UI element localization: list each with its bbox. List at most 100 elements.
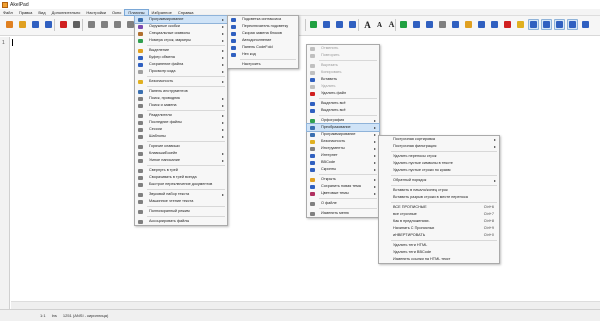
menu-item[interactable]: Изменить меню xyxy=(307,210,379,217)
replace-icon[interactable] xyxy=(334,19,345,30)
menu-item[interactable]: все строчные Ctrl+7 xyxy=(379,211,499,218)
case-icon[interactable] xyxy=(489,19,500,30)
menu-item[interactable]: Настроить xyxy=(228,61,298,68)
menu-item[interactable]: Орфография ▸ xyxy=(307,117,379,124)
horizontal-scrollbar[interactable] xyxy=(11,301,600,309)
menu-item[interactable]: Открыть ▸ xyxy=(307,176,379,183)
menu-item[interactable]: Построчная фильтрация ▸ xyxy=(379,143,499,150)
menubar-item-2[interactable]: Вид xyxy=(35,9,48,16)
menu-item[interactable]: Быстрое переключение документов xyxy=(135,181,227,188)
cut-icon[interactable] xyxy=(86,19,97,30)
menu-item[interactable]: Программирование ▸ xyxy=(307,131,379,138)
sort-icon[interactable] xyxy=(476,19,487,30)
wrap-icon[interactable] xyxy=(437,19,448,30)
menu-item[interactable]: Выделение ▸ xyxy=(135,47,227,54)
menu-item[interactable]: Обратный порядок ▸ xyxy=(379,177,499,184)
panel-icon[interactable] xyxy=(567,19,578,30)
menu-item[interactable]: Полноэкранный режим xyxy=(135,208,227,215)
menu-item[interactable]: Построчная сортировка ▸ xyxy=(379,136,499,143)
menu-item[interactable]: Последние файлы ▸ xyxy=(135,119,227,126)
menubar-item-3[interactable]: Дополнительно xyxy=(49,9,84,16)
menu-item[interactable]: О файле xyxy=(307,200,379,207)
menu-item[interactable]: Инструменты ▸ xyxy=(307,145,379,152)
menu-item[interactable]: Удалить теги HTML xyxy=(379,242,499,249)
menu-item[interactable]: Сворачивать в трей всегда xyxy=(135,174,227,181)
menu-item[interactable]: Поиск и замена ▸ xyxy=(135,102,227,109)
save-all-icon[interactable] xyxy=(43,19,54,30)
menu-item[interactable]: Безопасность ▸ xyxy=(135,78,227,85)
menu-item[interactable]: Программирование ▸ xyxy=(134,15,228,24)
code-icon[interactable] xyxy=(528,19,539,30)
menu-item[interactable]: Просмотр кода ▸ xyxy=(135,68,227,75)
menu-item[interactable]: Отменить xyxy=(307,45,379,52)
new-file-icon[interactable] xyxy=(4,19,15,30)
menu-item[interactable]: Панель инструментов xyxy=(135,88,227,95)
menu-item[interactable]: Номера строк, маркеры ▸ xyxy=(135,37,227,44)
font-decrease-icon[interactable]: A xyxy=(374,19,385,30)
menu-item[interactable]: Удалить теги BBCode xyxy=(379,249,499,256)
menu-item[interactable]: Преобразование ▸ xyxy=(306,123,380,132)
menu-item[interactable]: Выделить всё xyxy=(307,107,379,114)
menu-item[interactable]: Копировать xyxy=(307,69,379,76)
menu-item[interactable]: Выделить всё xyxy=(307,100,379,107)
menubar-item-4[interactable]: Настройки xyxy=(83,9,109,16)
menu-item[interactable]: Интернет ▸ xyxy=(307,152,379,159)
menu-item[interactable]: Свернуть в трей xyxy=(135,167,227,174)
menu-item[interactable]: Звуковой набор текста ▸ xyxy=(135,191,227,198)
lock-icon[interactable] xyxy=(515,19,526,30)
menu-item[interactable]: Удалить пустые строки по краям xyxy=(379,167,499,174)
paste-icon[interactable] xyxy=(112,19,123,30)
goto-icon[interactable] xyxy=(347,19,358,30)
copy-icon[interactable] xyxy=(99,19,110,30)
menu-item[interactable]: Как в предложениях. Ctrl+8 xyxy=(379,218,499,225)
columns-icon[interactable] xyxy=(424,19,435,30)
menu-item[interactable]: иНВЕРТИРОВАТЬ Ctrl+0 xyxy=(379,232,499,239)
menu-item[interactable]: Начинать С Прописных Ctrl+9 xyxy=(379,225,499,232)
menu-item[interactable]: Шаблоны ▸ xyxy=(135,133,227,140)
menubar-item-0[interactable]: Файл xyxy=(0,9,16,16)
color-icon[interactable] xyxy=(450,19,461,30)
menu-item[interactable]: Ассоциировать файлы xyxy=(135,218,227,225)
settings-icon[interactable] xyxy=(580,19,591,30)
menu-item[interactable]: Сохранение файла ▸ xyxy=(135,61,227,68)
list-icon[interactable] xyxy=(398,19,409,30)
find-icon[interactable] xyxy=(321,19,332,30)
menu-item[interactable]: Изменить ссылки на HTML текст xyxy=(379,256,499,263)
menu-item[interactable]: Специальные символы ▸ xyxy=(135,30,227,37)
run-icon[interactable] xyxy=(308,19,319,30)
menu-item[interactable]: Переключатель подсветку xyxy=(228,23,298,30)
menu-item[interactable]: BBCode ▸ xyxy=(307,159,379,166)
menu-item[interactable]: Вставить в начало/конец строк xyxy=(379,187,499,194)
marker-icon[interactable] xyxy=(463,19,474,30)
window-icon[interactable] xyxy=(541,19,552,30)
menu-item[interactable]: Сохранить новая тема ▸ xyxy=(307,183,379,190)
open-file-icon[interactable] xyxy=(17,19,28,30)
menu-item[interactable]: Удалить файл xyxy=(307,90,379,97)
menu-item[interactable]: Удалить xyxy=(307,83,379,90)
menu-item[interactable]: Скрипты ▸ xyxy=(307,166,379,173)
menu-item[interactable]: Окружные скобки ▸ xyxy=(135,23,227,30)
close-icon[interactable] xyxy=(58,19,69,30)
menu-item[interactable]: Вставить xyxy=(307,76,379,83)
menu-item[interactable]: Машинное чтение текста xyxy=(135,198,227,205)
menu-item[interactable]: ВСЕ ПРОПИСНЫЕ Ctrl+6 xyxy=(379,204,499,211)
font-increase-icon[interactable]: A xyxy=(362,19,373,30)
save-icon[interactable] xyxy=(30,19,41,30)
menu-item[interactable]: Автодополнение xyxy=(228,37,298,44)
menu-item[interactable]: Безопасность ▸ xyxy=(307,138,379,145)
bookmark-icon[interactable] xyxy=(411,19,422,30)
menu-item[interactable]: Цветовые темы ▸ xyxy=(307,190,379,197)
menubar-item-5[interactable]: Окно xyxy=(109,9,124,16)
menu-item[interactable]: КлавишиЕскейп ▸ xyxy=(135,150,227,157)
menu-item[interactable]: Сессии ▸ xyxy=(135,126,227,133)
menu-item[interactable]: Удалить переносы строк xyxy=(379,153,499,160)
menu-item[interactable]: Удалить пустые символы в тексте xyxy=(379,160,499,167)
menu-item[interactable]: Поиск, проводник ▸ xyxy=(135,95,227,102)
menu-item[interactable]: Скорая замена блоков xyxy=(228,30,298,37)
menu-item[interactable]: Повторить xyxy=(307,52,379,59)
tools-icon[interactable] xyxy=(502,19,513,30)
menu-item[interactable]: Буфер обмена ▸ xyxy=(135,54,227,61)
menubar-item-1[interactable]: Правка xyxy=(16,9,36,16)
split-icon[interactable] xyxy=(554,19,565,30)
menu-item[interactable]: Умное написание ▸ xyxy=(135,157,227,164)
